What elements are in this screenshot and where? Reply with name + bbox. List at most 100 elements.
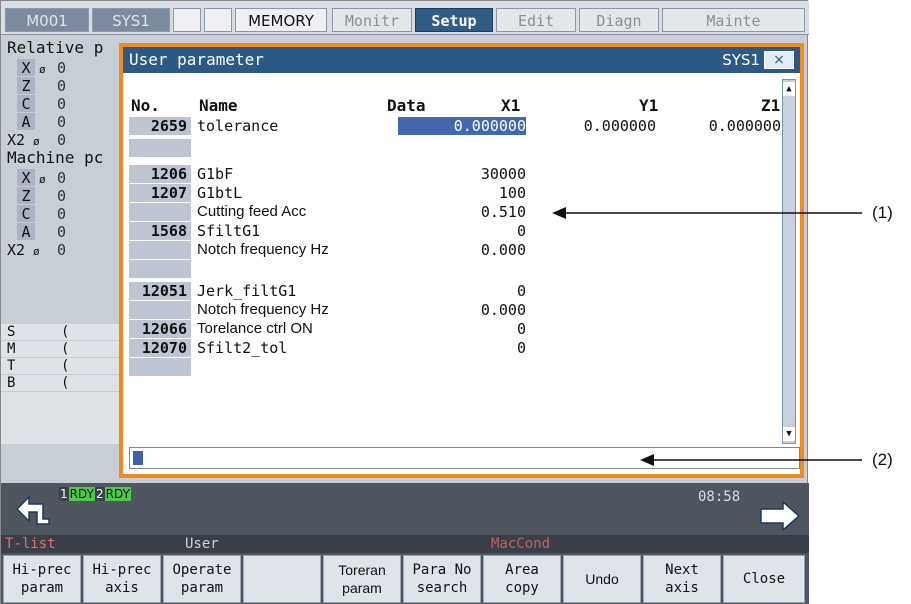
menu-label-tlist: T-list bbox=[5, 536, 56, 552]
machine-position-heading: Machine pc bbox=[7, 148, 104, 167]
para-no-search-button[interactable]: Para No search bbox=[403, 555, 481, 603]
smtb-value: ( bbox=[61, 324, 70, 340]
table-row[interactable]: Notch frequency Hz 0.000 bbox=[129, 301, 781, 320]
hi-prec-axis-button[interactable]: Hi-prec axis bbox=[83, 555, 161, 603]
param-number bbox=[129, 358, 191, 376]
undo-button[interactable]: Undo bbox=[563, 555, 641, 603]
column-header-y1: Y1 bbox=[639, 96, 659, 115]
param-number: 12070 bbox=[129, 339, 191, 357]
axis-label: C bbox=[17, 205, 35, 223]
axis-value: 0 bbox=[57, 59, 67, 77]
param-value-x1[interactable]: 0 bbox=[517, 282, 526, 300]
toreran-param-button[interactable]: Toreran param bbox=[323, 555, 401, 603]
axis-value: 0 bbox=[57, 223, 67, 241]
hi-prec-param-button[interactable]: Hi-prec param bbox=[3, 555, 81, 603]
part-system-tab[interactable]: M001 bbox=[5, 8, 89, 32]
column-header-z1: Z1 bbox=[761, 96, 781, 115]
param-name: Torelance ctrl ON bbox=[197, 320, 313, 337]
table-row bbox=[129, 358, 781, 377]
operate-param-button[interactable]: Operate param bbox=[163, 555, 241, 603]
menu-return-icon[interactable] bbox=[13, 495, 53, 525]
axis-value: 0 bbox=[57, 113, 67, 131]
softkey-bar: Hi-prec param Hi-prec axis Operate param… bbox=[1, 553, 809, 604]
tab-edit[interactable]: Edit bbox=[496, 8, 576, 32]
diameter-symbol: ø bbox=[33, 245, 40, 258]
param-name: Notch frequency Hz bbox=[197, 241, 329, 258]
param-value-x1[interactable]: 0.510 bbox=[481, 203, 526, 221]
axis-label: Z bbox=[17, 77, 35, 95]
position-panel: Relative p Xø0 Z0 C0 A0 X2 ø 0 Machine pc … bbox=[7, 39, 117, 260]
table-row[interactable]: 1568 SfiltG1 0 bbox=[129, 222, 781, 241]
param-number: 1207 bbox=[129, 184, 191, 202]
axis-row: X2 ø 0 bbox=[7, 241, 117, 259]
param-value-x1[interactable]: 30000 bbox=[481, 165, 526, 183]
param-number bbox=[129, 203, 191, 221]
clock: 08:58 bbox=[698, 489, 741, 505]
param-value-y1[interactable]: 0.000000 bbox=[584, 117, 656, 135]
param-value-x1[interactable]: 0 bbox=[517, 222, 526, 240]
column-header-name: Name bbox=[199, 96, 238, 115]
param-name: tolerance bbox=[197, 117, 279, 135]
axis-row: Z0 bbox=[7, 187, 117, 205]
axis-row: C0 bbox=[7, 205, 117, 223]
table-row[interactable]: Cutting feed Acc 0.510 bbox=[129, 203, 781, 222]
part-system-number: 2 bbox=[95, 487, 105, 501]
param-name: G1btL bbox=[197, 184, 243, 202]
diameter-symbol: ø bbox=[39, 63, 46, 76]
param-number: 1206 bbox=[129, 165, 191, 183]
smtb-row: T( bbox=[1, 358, 119, 375]
table-row[interactable]: 12066 Torelance ctrl ON 0 bbox=[129, 320, 781, 339]
param-number: 1568 bbox=[129, 222, 191, 240]
top-tab-bar: M001 SYS1 MEMORY Monitr Setup Edit Diagn… bbox=[1, 1, 809, 35]
menu-next-icon[interactable] bbox=[759, 501, 801, 531]
param-value-z1[interactable]: 0.000000 bbox=[709, 117, 781, 135]
ready-status-1: 1 RDY bbox=[59, 487, 95, 501]
param-value-x1[interactable]: 0 bbox=[517, 339, 526, 357]
parameter-input-field[interactable] bbox=[129, 447, 800, 469]
param-value-x1[interactable]: 0.000 bbox=[481, 241, 526, 259]
menu-label-user: User bbox=[185, 536, 219, 552]
axis-label: X2 bbox=[7, 131, 26, 149]
smtb-key: M bbox=[7, 341, 16, 357]
next-axis-button[interactable]: Next axis bbox=[643, 555, 721, 603]
tab-maintenance[interactable]: Mainte bbox=[662, 8, 805, 32]
blank-softkey[interactable] bbox=[243, 555, 321, 603]
axis-value: 0 bbox=[57, 95, 67, 113]
tab-setup[interactable]: Setup bbox=[415, 8, 493, 32]
param-value-x1-selected[interactable]: 0.000000 bbox=[398, 117, 526, 135]
param-value-x1[interactable]: 0 bbox=[517, 320, 526, 338]
column-header-data: Data bbox=[387, 96, 426, 115]
table-row[interactable]: 12051 Jerk_filtG1 0 bbox=[129, 282, 781, 301]
axis-value: 0 bbox=[57, 187, 67, 205]
table-row[interactable]: 1207 G1btL 100 bbox=[129, 184, 781, 203]
axis-row: X2 ø 0 bbox=[7, 131, 117, 149]
param-name: G1bF bbox=[197, 165, 234, 183]
tab-monitor[interactable]: Monitr bbox=[332, 8, 412, 32]
parameter-table: No. Name Data X1 Y1 Z1 2659 tolerance 0.… bbox=[129, 79, 781, 439]
ready-status-2: 2 RDY bbox=[95, 487, 131, 501]
table-row[interactable]: 12070 Sfilt2_tol 0 bbox=[129, 339, 781, 358]
param-number: 12051 bbox=[129, 282, 191, 300]
close-button[interactable]: Close bbox=[723, 555, 805, 603]
area-copy-button[interactable]: Area copy bbox=[483, 555, 561, 603]
scroll-down-icon[interactable]: ▼ bbox=[783, 427, 795, 441]
callout-label-1: (1) bbox=[872, 203, 893, 222]
axis-row: Z0 bbox=[7, 77, 117, 95]
param-name: Jerk_filtG1 bbox=[197, 282, 297, 300]
table-row[interactable]: 2659 tolerance 0.000000 0.000000 0.00000… bbox=[129, 117, 781, 136]
axis-label: Z bbox=[17, 187, 35, 205]
smtb-key: S bbox=[7, 324, 16, 340]
close-icon[interactable]: × bbox=[764, 51, 794, 69]
smtb-key: B bbox=[7, 375, 16, 391]
param-value-x1[interactable]: 100 bbox=[499, 184, 526, 202]
column-header-x1: X1 bbox=[501, 96, 521, 115]
table-row[interactable]: Notch frequency Hz 0.000 bbox=[129, 241, 781, 260]
axis-value: 0 bbox=[57, 77, 67, 95]
system-tab[interactable]: SYS1 bbox=[92, 8, 170, 32]
param-value-x1[interactable]: 0.000 bbox=[481, 301, 526, 319]
vertical-scrollbar[interactable]: ▲ ▼ bbox=[782, 79, 796, 444]
table-row[interactable]: 1206 G1bF 30000 bbox=[129, 165, 781, 184]
tab-diagnosis[interactable]: Diagn bbox=[579, 8, 659, 32]
smtb-row: S( bbox=[1, 324, 119, 341]
scroll-up-icon[interactable]: ▲ bbox=[783, 82, 795, 96]
